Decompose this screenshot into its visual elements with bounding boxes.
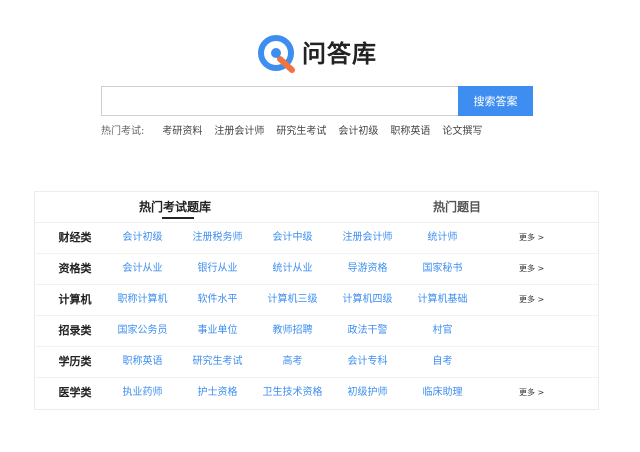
exam-link[interactable]: 职称英语 — [105, 347, 180, 377]
exam-link[interactable]: 会计初级 — [105, 223, 180, 253]
hot-searches: 热门考试: 考研资料 注册会计师 研究生考试 会计初级 职称英语 论文撰写 — [101, 122, 494, 137]
exam-link[interactable]: 会计从业 — [105, 254, 180, 284]
exam-link[interactable]: 研究生考试 — [180, 347, 255, 377]
exam-link[interactable]: 计算机基础 — [405, 285, 480, 315]
exam-link[interactable]: 卫生技术资格 — [255, 378, 330, 408]
exam-link[interactable]: 计算机四级 — [330, 285, 405, 315]
hot-search-link[interactable]: 注册会计师 — [214, 122, 264, 137]
hot-search-link[interactable]: 研究生考试 — [276, 122, 326, 137]
exam-link[interactable]: 事业单位 — [180, 316, 255, 346]
category-label: 学历类 — [58, 355, 92, 368]
category-label: 财经类 — [58, 231, 92, 244]
search-input[interactable] — [101, 86, 458, 116]
exam-link[interactable]: 临床助理 — [405, 378, 480, 408]
more-link[interactable]: 更多 > — [519, 378, 544, 408]
exam-link[interactable]: 注册会计师 — [330, 223, 405, 253]
exam-link[interactable]: 统计师 — [405, 223, 480, 253]
tab-hot-questions[interactable]: 热门题目 — [433, 200, 481, 214]
exam-link[interactable]: 高考 — [255, 347, 330, 377]
exam-link[interactable]: 统计从业 — [255, 254, 330, 284]
exam-link[interactable]: 护士资格 — [180, 378, 255, 408]
exam-link[interactable]: 初级护师 — [330, 378, 405, 408]
exam-link[interactable]: 会计专科 — [330, 347, 405, 377]
more-link[interactable]: 更多 > — [519, 223, 544, 253]
hot-search-link[interactable]: 考研资料 — [162, 122, 202, 137]
hot-search-link[interactable]: 论文撰写 — [442, 122, 482, 137]
page: 问答库 搜索答案 热门考试: 考研资料 注册会计师 研究生考试 会计初级 职称英… — [0, 0, 640, 452]
category-row: 医学类 执业药师 护士资格 卫生技术资格 初级护师 临床助理 更多 > — [35, 378, 598, 408]
category-label: 资格类 — [58, 262, 92, 275]
hot-search-link[interactable]: 会计初级 — [338, 122, 378, 137]
exam-link[interactable]: 计算机三级 — [255, 285, 330, 315]
exam-link[interactable]: 银行从业 — [180, 254, 255, 284]
more-link[interactable]: 更多 > — [519, 285, 544, 315]
panel-tabs: 热门考试题库 热门题目 — [35, 192, 598, 223]
logo[interactable]: 问答库 — [258, 34, 377, 74]
more-link[interactable]: 更多 > — [519, 254, 544, 284]
active-tab-indicator — [162, 217, 194, 219]
exam-link[interactable]: 国家公务员 — [105, 316, 180, 346]
category-row: 财经类 会计初级 注册税务师 会计中级 注册会计师 统计师 更多 > — [35, 223, 598, 254]
logo-q-icon — [258, 35, 295, 73]
exam-link[interactable]: 注册税务师 — [180, 223, 255, 253]
logo-text: 问答库 — [302, 40, 377, 68]
category-label: 医学类 — [58, 386, 92, 399]
exam-link[interactable]: 国家秘书 — [405, 254, 480, 284]
category-row: 招录类 国家公务员 事业单位 教师招聘 政法干警 村官 — [35, 316, 598, 347]
exam-link[interactable]: 村官 — [405, 316, 480, 346]
search-bar: 搜索答案 — [101, 86, 533, 116]
exam-link[interactable]: 软件水平 — [180, 285, 255, 315]
exam-link[interactable]: 会计中级 — [255, 223, 330, 253]
exam-link[interactable]: 执业药师 — [105, 378, 180, 408]
exam-link[interactable]: 自考 — [405, 347, 480, 377]
exam-panel: 热门考试题库 热门题目 财经类 会计初级 注册税务师 会计中级 注册会计师 统计… — [34, 191, 599, 410]
tab-hot-exam-banks[interactable]: 热门考试题库 — [139, 200, 211, 214]
category-row: 资格类 会计从业 银行从业 统计从业 导游资格 国家秘书 更多 > — [35, 254, 598, 285]
exam-link[interactable]: 教师招聘 — [255, 316, 330, 346]
hot-search-link[interactable]: 职称英语 — [390, 122, 430, 137]
category-label: 计算机 — [58, 293, 92, 306]
exam-link[interactable]: 职称计算机 — [105, 285, 180, 315]
hot-searches-label: 热门考试: — [101, 125, 145, 137]
search-button[interactable]: 搜索答案 — [458, 86, 533, 116]
exam-link[interactable]: 政法干警 — [330, 316, 405, 346]
category-label: 招录类 — [58, 324, 92, 337]
category-row: 学历类 职称英语 研究生考试 高考 会计专科 自考 — [35, 347, 598, 378]
exam-link[interactable]: 导游资格 — [330, 254, 405, 284]
category-row: 计算机 职称计算机 软件水平 计算机三级 计算机四级 计算机基础 更多 > — [35, 285, 598, 316]
